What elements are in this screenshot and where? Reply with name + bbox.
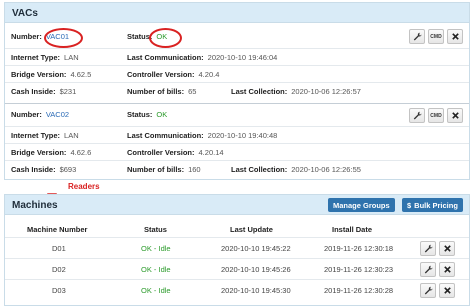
controller-version-value: 4.20.4 <box>198 70 220 79</box>
internet-type-value: LAN <box>64 53 79 62</box>
number-of-bills-label: Number of bills: <box>127 87 185 96</box>
controller-version-label: Controller Version: <box>127 70 195 79</box>
wrench-icon <box>413 32 422 41</box>
delete-button[interactable] <box>447 108 463 123</box>
column-status: Status <box>144 225 167 234</box>
machine-status-cell: OK - Idle <box>141 286 171 295</box>
manage-groups-label: Manage Groups <box>333 200 390 210</box>
column-machine-number: Machine Number <box>27 225 88 234</box>
cash-inside-label: Cash Inside: <box>11 87 56 96</box>
cmd-button[interactable]: CMD <box>428 29 444 44</box>
bridge-version-label: Bridge Version: <box>11 70 67 79</box>
last-communication-value: 2020-10-10 19:40:48 <box>207 131 278 140</box>
internet-type-value: LAN <box>64 131 79 140</box>
vac-row-cash: Cash Inside: $231 Number of bills: 65 Last… <box>5 82 469 99</box>
install-date-cell: 2019-11-26 12:30:28 <box>324 286 394 295</box>
last-communication-value: 2020-10-10 19:46:04 <box>207 53 278 62</box>
column-install-date: Install Date <box>332 225 373 234</box>
machines-panel-header: Machines Manage Groups $ Bulk Pricing <box>5 195 469 215</box>
machines-table-header: Machine Number Status Last Update Instal… <box>5 223 469 237</box>
delete-button[interactable] <box>447 29 463 44</box>
vac-row-versions: Bridge Version: 4.62.6 Controller Version… <box>5 143 469 160</box>
machines-panel-title: Machines <box>12 200 58 211</box>
wrench-icon <box>424 286 433 295</box>
cash-inside-value: $231 <box>59 87 77 96</box>
wrench-button[interactable] <box>420 283 436 298</box>
table-row: D03 OK - Idle 2020-10-10 19:45:30 2019-1… <box>5 279 469 300</box>
machines-panel: Machines Manage Groups $ Bulk Pricing Mac… <box>4 194 470 306</box>
vac-row-internet: Internet Type: LAN Last Communication: 202… <box>5 48 469 65</box>
cash-inside-value: $693 <box>59 165 77 174</box>
last-collection-value: 2020-10-06 12:26:57 <box>291 87 361 96</box>
bridge-version-value: 4.62.6 <box>70 148 92 157</box>
table-row: D02 OK - Idle 2020-10-10 19:45:26 2019-1… <box>5 258 469 279</box>
last-update-cell: 2020-10-10 19:45:22 <box>221 244 291 253</box>
machine-number-cell: D01 <box>52 244 66 253</box>
install-date-cell: 2019-11-26 12:30:23 <box>324 265 394 274</box>
bulk-pricing-button[interactable]: $ Bulk Pricing <box>402 198 463 212</box>
annotation-circle-status <box>149 28 182 48</box>
machine-number-cell: D03 <box>52 286 66 295</box>
status-label: Status: <box>127 110 153 119</box>
close-icon <box>443 287 451 294</box>
last-collection-label: Last Collection: <box>231 87 288 96</box>
table-row: D01 OK - Idle 2020-10-10 19:45:22 2019-1… <box>5 237 469 258</box>
close-icon <box>451 112 459 119</box>
column-last-update: Last Update <box>230 225 273 234</box>
controller-version-label: Controller Version: <box>127 148 195 157</box>
last-communication-label: Last Communication: <box>127 53 204 62</box>
number-label: Number: <box>11 32 42 41</box>
wrench-button[interactable] <box>409 108 425 123</box>
vac-row-cash: Cash Inside: $693 Number of bills: 160 Las… <box>5 160 469 177</box>
vac-row-internet: Internet Type: LAN Last Communication: 202… <box>5 126 469 143</box>
last-collection-value: 2020-10-06 12:26:55 <box>291 165 361 174</box>
delete-button[interactable] <box>439 283 455 298</box>
internet-type-label: Internet Type: <box>11 131 61 140</box>
wrench-icon <box>424 265 433 274</box>
dollar-icon: $ <box>407 200 412 210</box>
vacs-panel-title: VACs <box>12 8 38 19</box>
vac-number-link[interactable]: VAC02 <box>46 110 69 119</box>
readers-annotation: Readers <box>68 182 100 191</box>
number-of-bills-label: Number of bills: <box>127 165 185 174</box>
delete-button[interactable] <box>439 241 455 256</box>
wrench-icon <box>424 244 433 253</box>
cash-inside-label: Cash Inside: <box>11 165 56 174</box>
close-icon <box>443 266 451 273</box>
number-of-bills-value: 160 <box>188 165 201 174</box>
number-of-bills-value: 65 <box>188 87 197 96</box>
annotation-circle-number <box>44 28 83 48</box>
manage-groups-button[interactable]: Manage Groups <box>328 198 395 212</box>
internet-type-label: Internet Type: <box>11 53 61 62</box>
vac-status-value: OK <box>156 110 168 119</box>
wrench-button[interactable] <box>420 262 436 277</box>
install-date-cell: 2019-11-26 12:30:18 <box>324 244 394 253</box>
last-communication-label: Last Communication: <box>127 131 204 140</box>
machine-status-cell: OK - Idle <box>141 244 171 253</box>
last-collection-label: Last Collection: <box>231 165 288 174</box>
bridge-version-label: Bridge Version: <box>11 148 67 157</box>
controller-version-value: 4.20.14 <box>198 148 224 157</box>
number-label: Number: <box>11 110 42 119</box>
last-update-cell: 2020-10-10 19:45:26 <box>221 265 291 274</box>
close-icon <box>451 33 459 40</box>
vac-row-versions: Bridge Version: 4.62.5 Controller Version… <box>5 65 469 82</box>
bulk-pricing-label: Bulk Pricing <box>414 200 458 210</box>
last-update-cell: 2020-10-10 19:45:30 <box>221 286 291 295</box>
wrench-icon <box>413 111 422 120</box>
bridge-version-value: 4.62.5 <box>70 70 92 79</box>
machine-number-cell: D02 <box>52 265 66 274</box>
wrench-button[interactable] <box>420 241 436 256</box>
delete-button[interactable] <box>439 262 455 277</box>
close-icon <box>443 245 451 252</box>
vac-row-number-status: Number: VAC02 Status: OK CMD <box>5 104 469 126</box>
wrench-button[interactable] <box>409 29 425 44</box>
vacs-panel-header: VACs <box>5 3 469 23</box>
cmd-button[interactable]: CMD <box>428 108 444 123</box>
vac-card: Number: VAC02 Status: OK CMD Internet Type… <box>5 103 469 179</box>
machine-status-cell: OK - Idle <box>141 265 171 274</box>
